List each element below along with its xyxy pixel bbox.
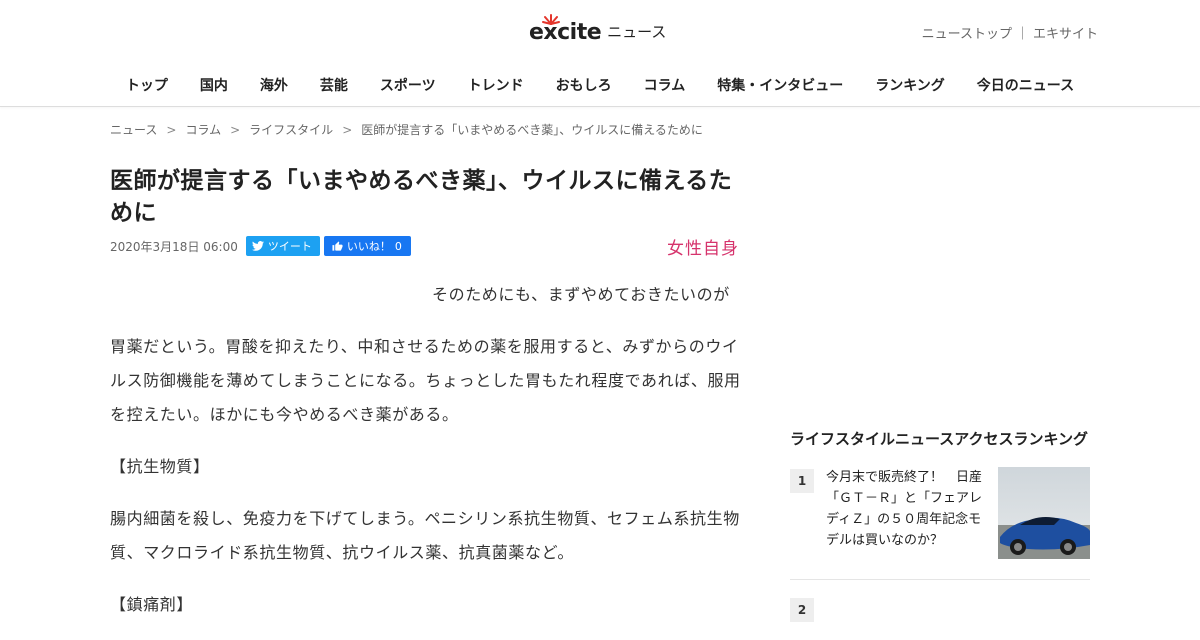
- source-logo[interactable]: 女性自身: [667, 234, 739, 259]
- tweet-button[interactable]: ツイート: [245, 236, 320, 257]
- article-meta: 2020年3月18日 06:00 ツイート いいね！ 0 女性自身: [110, 234, 745, 259]
- rank-number: 2: [790, 598, 814, 622]
- excite-logo: excite: [529, 14, 602, 45]
- breadcrumb-current: 医師が提言する「いまやめるべき薬」、ウイルスに備えるために: [361, 123, 703, 137]
- header-link-separator: ｜: [1015, 27, 1029, 42]
- nav-top[interactable]: トップ: [110, 75, 184, 95]
- nav-ranking[interactable]: ランキング: [859, 75, 961, 95]
- nav-entertainment[interactable]: 芸能: [304, 75, 364, 95]
- nav-sports[interactable]: スポーツ: [364, 75, 452, 95]
- nav-domestic[interactable]: 国内: [184, 75, 244, 95]
- breadcrumb-separator: >: [166, 122, 177, 137]
- like-count: 0: [394, 239, 402, 253]
- article-body: そのためにも、まずやめておきたいのが 胃薬だという。胃酸を抑えたり、中和させるた…: [110, 278, 745, 622]
- breadcrumb-news[interactable]: ニュース: [110, 121, 157, 138]
- twitter-bird-icon: [251, 241, 264, 252]
- article-paragraph: そのためにも、まずやめておきたいのが: [432, 285, 730, 305]
- article-paragraph: 腸内細菌を殺し、免疫力を下げてしまう。ペニシリン系抗生物質、セフェム系抗生物質、…: [110, 509, 740, 563]
- article-date: 2020年3月18日 06:00: [110, 239, 238, 254]
- ranking-headline[interactable]: 今月末で販売終了！ 日産「ＧＴ－Ｒ」と「フェアレディＺ」の５０周年記念モデルは買…: [826, 467, 986, 559]
- excite-link[interactable]: エキサイト: [1033, 23, 1098, 42]
- nav-column[interactable]: コラム: [628, 75, 702, 95]
- ranking-title: ライフスタイルニュースアクセスランキング: [790, 430, 1089, 448]
- header-links: ニューストップ ｜ エキサイト: [922, 23, 1098, 42]
- site-header: excite ニュース ニューストップ ｜ エキサイト トップ 国内 海外 芸能…: [0, 0, 1200, 107]
- nav-overseas[interactable]: 海外: [244, 75, 304, 95]
- nav-trend[interactable]: トレンド: [452, 75, 540, 95]
- breadcrumb-column[interactable]: コラム: [185, 121, 221, 138]
- excite-news-logo[interactable]: excite ニュース: [529, 12, 666, 44]
- logo-burst-icon: [542, 14, 560, 25]
- ranking-item[interactable]: 2: [790, 596, 1090, 622]
- article-paragraph: 【鎮痛剤】: [110, 595, 194, 615]
- tweet-label: ツイート: [267, 240, 312, 254]
- ranking-item[interactable]: 1 今月末で販売終了！ 日産「ＧＴ－Ｒ」と「フェアレディＺ」の５０周年記念モデル…: [790, 467, 1090, 580]
- like-button[interactable]: いいね！ 0: [323, 236, 411, 257]
- global-nav: トップ 国内 海外 芸能 スポーツ トレンド おもしろ コラム 特集・インタビュ…: [0, 75, 1200, 95]
- nav-todays-news[interactable]: 今日のニュース: [961, 75, 1090, 95]
- logo-text: excite: [529, 20, 602, 45]
- article-paragraph: 胃薬だという。胃酸を抑えたり、中和させるための薬を服用すると、みずからのウイルス…: [110, 337, 741, 425]
- breadcrumb-separator: >: [230, 122, 241, 137]
- breadcrumb-separator: >: [342, 122, 353, 137]
- nav-fun[interactable]: おもしろ: [540, 75, 628, 95]
- ranking-sidebar: ライフスタイルニュースアクセスランキング 1 今月末で販売終了！ 日産「ＧＴ－Ｒ…: [790, 429, 1090, 622]
- nav-features[interactable]: 特集・インタビュー: [701, 75, 859, 95]
- article: 医師が提言する「いまやめるべき薬」、ウイルスに備えるために 2020年3月18日…: [110, 166, 745, 640]
- article-title: 医師が提言する「いまやめるべき薬」、ウイルスに備えるために: [110, 168, 733, 226]
- ranking-thumbnail[interactable]: [998, 467, 1090, 559]
- thumbs-up-icon: [332, 241, 343, 251]
- article-paragraph: 【抗生物質】: [110, 457, 210, 477]
- breadcrumb: ニュース > コラム > ライフスタイル > 医師が提言する「いまやめるべき薬」…: [110, 121, 703, 138]
- news-top-link[interactable]: ニューストップ: [922, 23, 1012, 42]
- logo-news-label: ニュース: [607, 23, 667, 41]
- breadcrumb-lifestyle[interactable]: ライフスタイル: [249, 121, 333, 138]
- like-label: いいね！: [346, 240, 391, 254]
- rank-number: 1: [790, 469, 814, 493]
